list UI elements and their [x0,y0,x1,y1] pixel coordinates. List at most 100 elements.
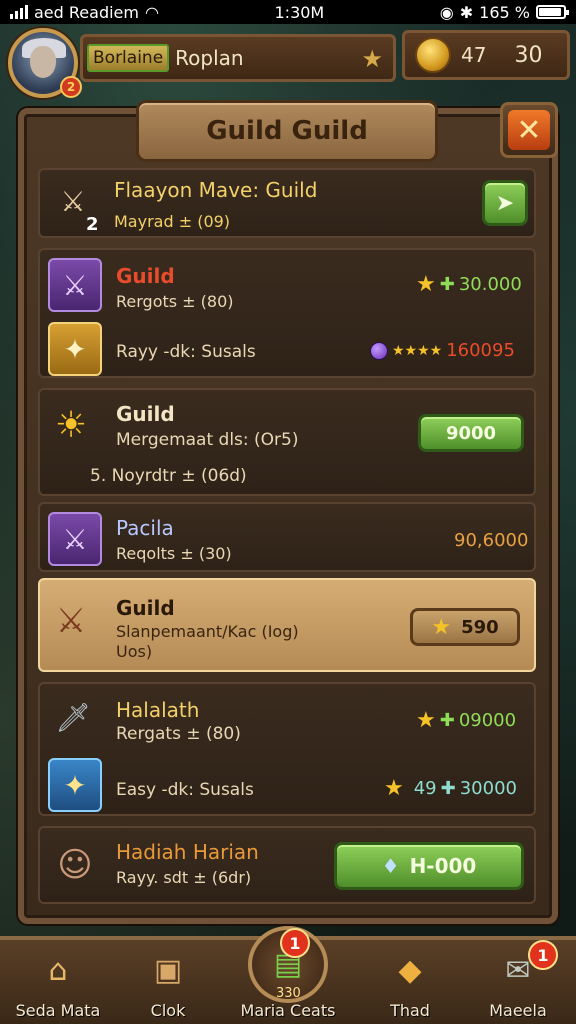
share-icon: ➤ [495,190,515,216]
plus-icon: ✚ [439,710,455,731]
row-subtitle-2: Uos) [116,642,153,661]
star-icon: ★ [416,708,436,733]
reward-value-2: ★★★★ 160095 [370,340,515,361]
row-subtitle: Rergots ± (80) [116,292,234,311]
reward-amount: 90,6000 [454,530,529,551]
row-title: Hadiah Harian [116,840,259,864]
clock: 1:30M [274,2,325,22]
share-button[interactable]: ➤ [482,180,528,226]
claim-button-label: 590 [461,616,499,638]
creature-icon: ☀ [54,404,88,446]
tab-label: Maria Ceats [240,1001,336,1020]
reward-amount: 09000 [458,710,517,731]
battery-icon [536,5,569,19]
reward-value: ★ ✚ 09000 [416,708,516,733]
tab-label: Thad [390,1001,430,1020]
tab-maeela[interactable]: ✉ Maeela 1 [468,940,568,1024]
list-item[interactable]: 🗡 Halalath Rergats ± (80) ★ ✚ 09000 ✦ Easy… [38,682,536,816]
wifi-icon: ◠ [144,2,159,22]
list-item[interactable]: ☀ Guild Mergemaat dls: (Or5) 5. Noyrdtr … [38,388,536,496]
player-name: Roplan [175,46,244,70]
row-title: Guild [116,264,175,288]
avatar-face [30,46,56,78]
notification-badge: 1 [528,940,558,970]
close-button[interactable]: ✕ [500,102,558,158]
house-icon: ⌂ [48,952,68,988]
star-icon: ★ [431,614,452,640]
row-prefix: 2 [86,214,99,235]
reward-prefix-2: 49 [413,778,437,799]
row-subtitle: Mergemaat dls: (Or5) [116,430,299,450]
alarm-icon: ◉ [439,2,454,22]
reward-value: ★ ✚ 30.000 [416,272,522,297]
panel-title: Guild Guild [136,100,438,162]
notification-badge: 1 [280,928,310,958]
star-icon: ★ [416,272,436,297]
tab-clok[interactable]: ▣ Clok [118,940,218,1024]
player-avatar[interactable]: 2 [8,28,82,98]
row-subtitle: Mayrad ± (09) [114,212,231,231]
gem-icon: ♦ [381,854,400,878]
list-item[interactable]: ⚔ Guild Rergots ± (80) ★ ✚ 30.000 ✦ Rayy -… [38,248,536,378]
player-nameplate: Borlaine [87,44,170,72]
dagger-icon: 🗡 [55,700,91,734]
reward-amount: 30.000 [458,274,522,295]
row-subtitle: Slanpemaant/Kac (Iog) [116,622,299,641]
row-subtitle-2: Rayy -dk: Susals [116,342,256,362]
tab-extra-value: 330 [276,986,301,1001]
claim-button[interactable]: ★ 590 [410,608,520,646]
sword-icon: ⚔ [55,601,87,641]
star-icon: ★★★★ [392,342,443,359]
row-title: Halalath [116,698,200,722]
player-name-bar[interactable]: Borlaine Roplan ★ [80,34,396,82]
reward-amount-2: 30000 [459,778,517,799]
plus-icon: ✚ [440,778,456,799]
battery-percent: 165 % [479,2,530,22]
tab-seda-mata[interactable]: ⌂ Seda Mata [8,940,108,1024]
anvil-icon: ◆ [398,952,422,988]
star-icon[interactable]: ★ [361,45,383,73]
list-item[interactable]: ⚔ Pacila Reqolts ± (30) 90,6000 [38,502,536,572]
chest-icon: ▣ [153,952,183,988]
currency-panel[interactable]: 47 30 [402,30,570,80]
row-subtitle-2: 5. Noyrdtr ± (06d) [90,466,247,486]
daily-reward-button[interactable]: ♦ H-000 [334,842,524,890]
list-item[interactable]: ☺ Hadiah Harian Rayy. sdt ± (6dr) ♦ H-000 [38,826,536,904]
gem-icon [370,341,388,360]
bluetooth-icon: ✱ [459,2,474,22]
sword-icon: ⚔ [48,258,102,312]
tab-label: Clok [150,1001,186,1020]
avatar-notification-badge: 2 [60,76,82,98]
row-subtitle: Reqolts ± (30) [116,544,232,563]
bottom-nav: ⌂ Seda Mata ▣ Clok ▤ Maria Ceats 1 330 ◆… [0,926,576,1024]
row-title: Guild [116,402,175,426]
close-icon: ✕ [508,110,550,150]
row-title: Pacila [116,516,174,540]
row-subtitle-2: Easy -dk: Susals [116,780,254,800]
hero-portrait-icon: ☺ [57,845,93,885]
coin-icon [415,37,451,73]
sword-icon: ⚔ [48,512,102,566]
star-icon: ★ [384,776,404,801]
gold-card-icon: ✦ [48,758,102,812]
row-subtitle: Rayy. sdt ± (6dr) [116,868,252,887]
guild-list[interactable]: ⚔ 2 Flaayon Mave: Guild Mayrad ± (09) ➤ … [38,168,536,908]
tab-label: Maeela [489,1001,547,1020]
row-subtitle: Rergats ± (80) [116,724,241,744]
claim-button[interactable]: 9000 [418,414,524,452]
currency-value-2: 30 [514,42,543,68]
plus-icon: ✚ [439,274,455,295]
list-item-selected[interactable]: ⚔ Guild Slanpemaant/Kac (Iog) Uos) ★ 590 [38,578,536,672]
top-bar: Borlaine Roplan ★ 2 47 30 [0,24,576,98]
tab-label: Seda Mata [15,1001,101,1020]
row-title: Flaayon Mave: Guild [114,178,318,202]
status-bar: aed Readiem ◠ 1:30M ◉ ✱ 165 % [0,0,576,24]
tab-maria-ceats[interactable]: ▤ Maria Ceats 1 330 [228,926,348,1024]
row-title: Guild [116,596,175,620]
tab-thad[interactable]: ◆ Thad [360,940,460,1024]
carrier-text: aed Readiem [34,2,139,22]
gold-card-icon: ✦ [48,322,102,376]
signal-icon [10,5,28,19]
list-item[interactable]: ⚔ 2 Flaayon Mave: Guild Mayrad ± (09) ➤ [38,168,536,238]
currency-value-1: 47 [461,43,487,67]
